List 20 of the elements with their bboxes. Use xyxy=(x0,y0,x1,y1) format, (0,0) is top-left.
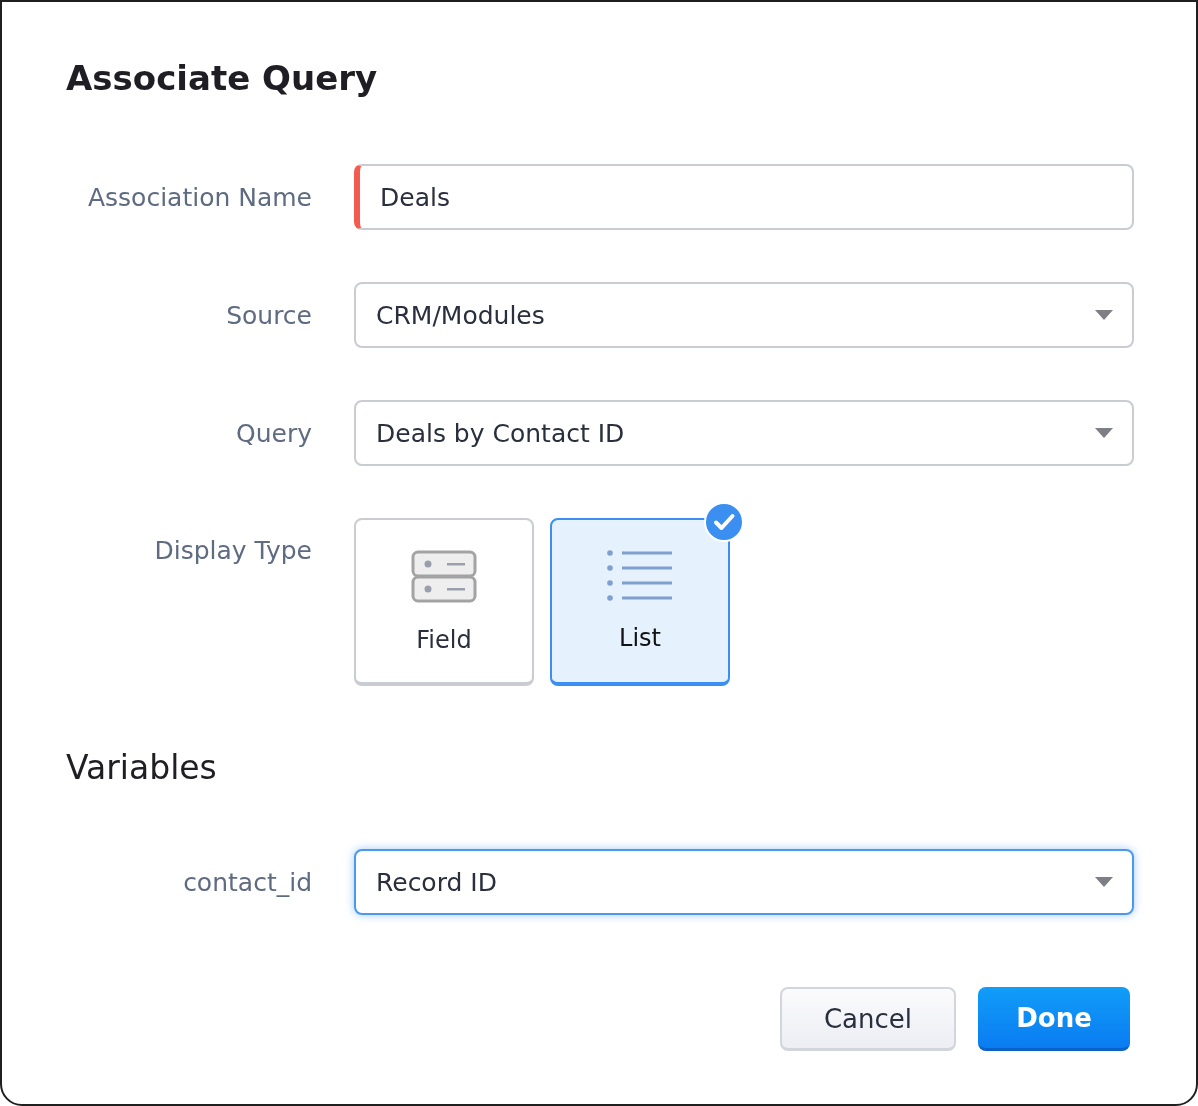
field-label: Association Name xyxy=(86,182,312,212)
dropdown-field[interactable]: Record ID xyxy=(354,849,1134,915)
section-heading: Variables xyxy=(66,748,218,787)
dropdown-caret-icon xyxy=(1094,876,1114,888)
list-icon xyxy=(607,550,673,602)
dropdown-caret-icon xyxy=(1094,427,1114,439)
field-label: Query xyxy=(235,418,312,448)
dropdown-field[interactable]: Deals by Contact ID xyxy=(354,400,1134,466)
display-type-card[interactable]: List xyxy=(550,518,730,686)
field-label: Display Type xyxy=(153,535,312,565)
checkmark-icon xyxy=(704,502,744,542)
dropdown-field[interactable]: CRM/Modules xyxy=(354,282,1134,348)
input-field[interactable]: Deals xyxy=(354,164,1134,230)
field-rows-icon xyxy=(411,550,477,604)
dialog-title: Associate Query xyxy=(66,57,379,100)
field-label: Source xyxy=(225,300,312,330)
field-label: contact_id xyxy=(182,867,312,897)
display-type-card[interactable]: Field xyxy=(354,518,534,686)
dropdown-caret-icon xyxy=(1094,309,1114,321)
cancel-button[interactable]: Cancel xyxy=(780,987,956,1051)
